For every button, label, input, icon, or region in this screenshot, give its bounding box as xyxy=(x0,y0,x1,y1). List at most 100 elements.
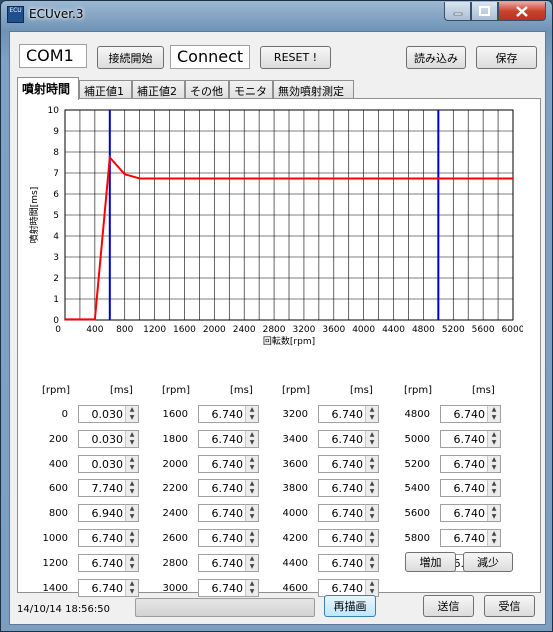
spinner-arrows[interactable]: ▲▼ xyxy=(125,430,138,447)
send-button[interactable]: 送信 xyxy=(423,595,474,617)
spin-up-icon[interactable]: ▲ xyxy=(366,580,378,588)
spin-down-icon[interactable]: ▼ xyxy=(488,464,500,472)
spinner-arrows[interactable]: ▲▼ xyxy=(245,480,258,497)
spin-up-icon[interactable]: ▲ xyxy=(366,406,378,414)
ms-spinner[interactable]: 6.740▲▼ xyxy=(198,429,259,448)
increase-button[interactable]: 増加 xyxy=(405,552,456,572)
connect-start-button[interactable]: 接続開始 xyxy=(97,46,164,69)
spin-up-icon[interactable]: ▲ xyxy=(246,555,258,563)
ms-value[interactable]: 6.740 xyxy=(92,582,124,595)
ms-spinner[interactable]: 6.740▲▼ xyxy=(440,454,501,473)
ms-spinner[interactable]: 6.740▲▼ xyxy=(440,479,501,498)
load-button[interactable]: 読み込み xyxy=(406,46,466,69)
ms-spinner[interactable]: 6.740▲▼ xyxy=(318,504,379,523)
ms-value[interactable]: 6.740 xyxy=(212,582,244,595)
close-button[interactable] xyxy=(498,2,546,21)
ms-value[interactable]: 6.740 xyxy=(332,507,364,520)
ms-spinner[interactable]: 7.740 ▲ ▼ xyxy=(78,479,139,498)
spinner-arrows[interactable]: ▲▼ xyxy=(487,430,500,447)
ms-spinner[interactable]: 6.740▲▼ xyxy=(440,504,501,523)
spin-down-icon[interactable]: ▼ xyxy=(488,414,500,422)
ms-value[interactable]: 7.740 xyxy=(92,482,124,495)
spin-up-icon[interactable]: ▲ xyxy=(126,431,138,439)
ms-value[interactable]: 6.740 xyxy=(212,557,244,570)
spin-down-icon[interactable]: ▼ xyxy=(246,464,258,472)
ms-value[interactable]: 6.740 xyxy=(212,532,244,545)
tab-correction-2[interactable]: 補正値2 xyxy=(132,80,185,99)
spinner-arrows[interactable]: ▲▼ xyxy=(125,554,138,571)
ms-value[interactable]: 6.740 xyxy=(332,408,364,421)
spin-up-icon[interactable]: ▲ xyxy=(126,530,138,538)
spin-up-icon[interactable]: ▲ xyxy=(246,406,258,414)
spin-down-icon[interactable]: ▼ xyxy=(366,464,378,472)
spin-up-icon[interactable]: ▲ xyxy=(126,456,138,464)
spin-up-icon[interactable]: ▲ xyxy=(246,480,258,488)
spin-down-icon[interactable]: ▼ xyxy=(366,488,378,496)
spin-down-icon[interactable]: ▼ xyxy=(366,439,378,447)
ms-spinner[interactable]: 6.740▲▼ xyxy=(198,553,259,572)
spin-up-icon[interactable]: ▲ xyxy=(126,580,138,588)
ms-spinner[interactable]: 6.740▲▼ xyxy=(318,479,379,498)
spin-down-icon[interactable]: ▼ xyxy=(366,513,378,521)
tab-invalid-injection[interactable]: 無効噴射測定 xyxy=(273,80,354,99)
spin-up-icon[interactable]: ▲ xyxy=(246,505,258,513)
ms-spinner[interactable]: 6.740▲▼ xyxy=(78,553,139,572)
save-button[interactable]: 保存 xyxy=(476,46,537,69)
spin-up-icon[interactable]: ▲ xyxy=(366,530,378,538)
spin-up-icon[interactable]: ▲ xyxy=(246,431,258,439)
spin-down-icon[interactable]: ▼ xyxy=(126,464,138,472)
spin-up-icon[interactable]: ▲ xyxy=(246,580,258,588)
spin-down-icon[interactable]: ▼ xyxy=(488,488,500,496)
spin-up-icon[interactable]: ▲ xyxy=(488,456,500,464)
ms-spinner[interactable]: 6.740▲▼ xyxy=(198,405,259,423)
spinner-arrows[interactable]: ▲▼ xyxy=(125,406,138,422)
decrease-button[interactable]: 減少 xyxy=(463,552,513,572)
spin-down-icon[interactable]: ▼ xyxy=(126,563,138,571)
ms-value[interactable]: 6.740 xyxy=(454,482,486,495)
spin-down-icon[interactable]: ▼ xyxy=(246,488,258,496)
spinner-arrows[interactable]: ▲▼ xyxy=(365,505,378,522)
spinner-arrows[interactable]: ▲▼ xyxy=(487,530,500,546)
spin-up-icon[interactable]: ▲ xyxy=(126,406,138,414)
ms-spinner[interactable]: 6.740▲▼ xyxy=(198,454,259,473)
title-bar[interactable]: ECU ECUver.3 xyxy=(1,1,552,29)
spin-up-icon[interactable]: ▲ xyxy=(126,555,138,563)
spin-up-icon[interactable]: ▲ xyxy=(366,456,378,464)
ms-spinner[interactable]: 0.030 ▲ ▼ xyxy=(78,429,139,448)
tab-other[interactable]: その他 xyxy=(185,80,229,99)
spin-up-icon[interactable]: ▲ xyxy=(366,480,378,488)
ms-value[interactable]: 6.740 xyxy=(454,458,486,471)
spin-up-icon[interactable]: ▲ xyxy=(488,406,500,414)
ms-spinner[interactable]: 6.740▲▼ xyxy=(198,504,259,523)
ms-spinner[interactable]: 6.740▲▼ xyxy=(440,405,501,423)
spinner-arrows[interactable]: ▲▼ xyxy=(245,455,258,472)
ms-spinner[interactable]: 6.740▲▼ xyxy=(198,529,259,547)
ms-value[interactable]: 6.740 xyxy=(454,433,486,446)
spin-up-icon[interactable]: ▲ xyxy=(126,480,138,488)
ms-value[interactable]: 6.740 xyxy=(454,507,486,520)
spinner-arrows[interactable]: ▲▼ xyxy=(245,406,258,422)
spin-down-icon[interactable]: ▼ xyxy=(488,538,500,546)
tab-monitor[interactable]: モニタ xyxy=(229,80,273,99)
ms-spinner[interactable]: 6.740▲▼ xyxy=(318,405,379,423)
ms-value[interactable]: 6.740 xyxy=(332,582,364,595)
spinner-arrows[interactable]: ▲▼ xyxy=(245,505,258,522)
tab-correction-1[interactable]: 補正値1 xyxy=(79,80,132,99)
spin-down-icon[interactable]: ▼ xyxy=(246,563,258,571)
ms-value[interactable]: 6.740 xyxy=(332,433,364,446)
reset-button[interactable]: RESET ! xyxy=(260,46,331,69)
spin-down-icon[interactable]: ▼ xyxy=(246,414,258,422)
spinner-arrows[interactable]: ▲▼ xyxy=(365,554,378,571)
ms-spinner[interactable]: 6.740▲▼ xyxy=(78,529,139,547)
ms-value[interactable]: 6.740 xyxy=(332,458,364,471)
spinner-arrows[interactable]: ▲▼ xyxy=(365,530,378,546)
spinner-arrows[interactable]: ▲▼ xyxy=(125,480,138,497)
ms-spinner[interactable]: 6.740▲▼ xyxy=(318,553,379,572)
spin-up-icon[interactable]: ▲ xyxy=(126,505,138,513)
spinner-arrows[interactable]: ▲▼ xyxy=(487,480,500,497)
ms-spinner[interactable]: 0.030 ▲ ▼ xyxy=(78,405,139,423)
ms-spinner[interactable]: 6.740▲▼ xyxy=(440,429,501,448)
spin-down-icon[interactable]: ▼ xyxy=(488,439,500,447)
ms-value[interactable]: 6.940 xyxy=(92,507,124,520)
ms-value[interactable]: 6.740 xyxy=(212,458,244,471)
